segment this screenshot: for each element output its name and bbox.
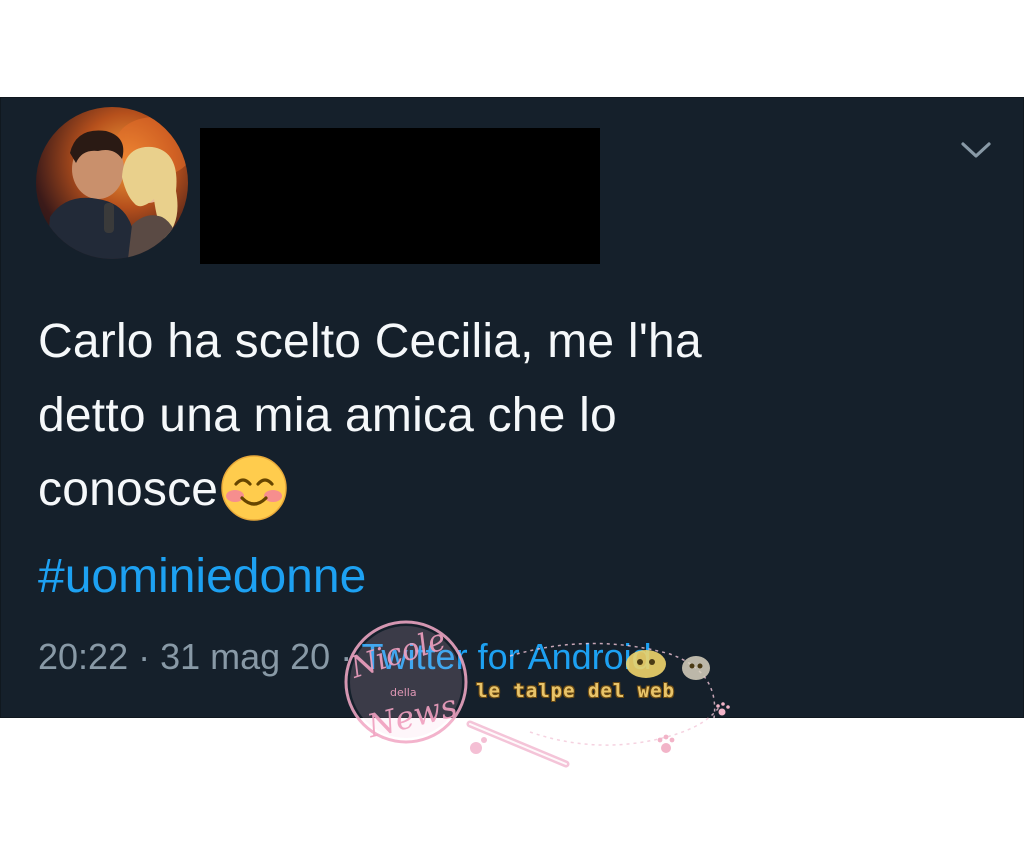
tweet-text-line: Carlo ha scelto Cecilia, me l'ha: [38, 315, 702, 368]
timestamp[interactable]: 20:22 · 31 mag 20: [38, 636, 330, 677]
mole-icon: [626, 650, 666, 678]
avatar-image: [46, 117, 188, 259]
tweet-text-last: conosce: [38, 463, 219, 516]
talpe-web-label: le talpe del web: [476, 680, 676, 702]
hashtag-link[interactable]: #uominiedonne: [38, 542, 366, 612]
tweet-text-line: detto una mia amica che lo: [38, 389, 617, 442]
screenshot-page: Carlo ha scelto Cecilia, me l'ha detto u…: [0, 0, 1024, 846]
chevron-down-icon[interactable]: [958, 136, 994, 164]
tweet-text-line: conosce: [38, 453, 938, 527]
mole-icon: [682, 656, 710, 680]
smiling-face-emoji-icon: [221, 455, 287, 522]
tweet-text: Carlo ha scelto Cecilia, me l'ha detto u…: [38, 305, 938, 527]
redacted-username: [200, 128, 600, 264]
avatar[interactable]: [36, 107, 188, 259]
paw-print-icon: [657, 734, 675, 753]
